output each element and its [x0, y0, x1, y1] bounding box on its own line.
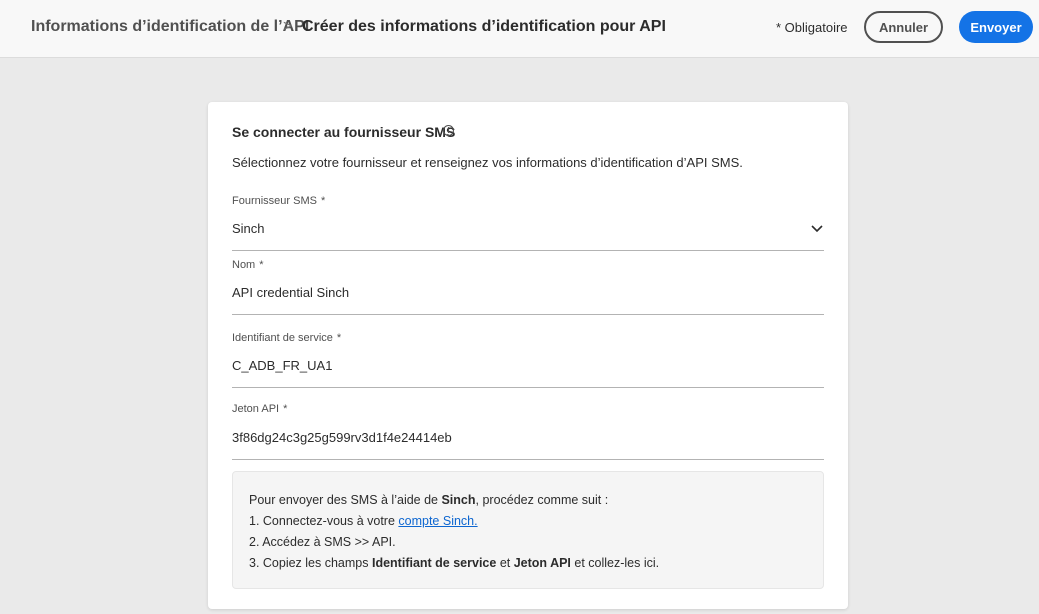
help-step-1: 1. Connectez-vous à votre compte Sinch.	[249, 511, 807, 532]
required-note: * Obligatoire	[776, 20, 848, 35]
card-description: Sélectionnez votre fournisseur et rensei…	[232, 155, 743, 170]
help-step-3-and: et	[496, 556, 514, 570]
help-step-3-field2: Jeton API	[513, 556, 571, 570]
help-step-2: 2. Accédez à SMS >> API.	[249, 535, 396, 549]
api-token-input[interactable]: 3f86dg24c3g25g599rv3d1f4e24414eb	[232, 430, 824, 460]
provider-selected-value: Sinch	[232, 221, 265, 236]
provider-label-text: Fournisseur SMS	[232, 195, 317, 207]
cancel-button[interactable]: Annuler	[864, 11, 943, 43]
top-bar: Informations d’identification de l’API >…	[0, 0, 1039, 58]
required-star: *	[283, 403, 288, 415]
api-token-label-text: Jeton API	[232, 403, 280, 415]
sms-provider-card: Se connecter au fournisseur SMS i Sélect…	[208, 102, 848, 609]
provider-select[interactable]: Sinch	[232, 221, 824, 251]
page-title: Créer des informations d’identification …	[302, 18, 666, 35]
provider-label: Fournisseur SMS *	[232, 195, 325, 207]
required-star: *	[259, 259, 264, 271]
info-icon[interactable]: i	[443, 125, 454, 136]
breadcrumb-separator: >	[283, 18, 293, 35]
submit-button[interactable]: Envoyer	[959, 11, 1033, 43]
required-star: *	[320, 195, 326, 207]
help-step-1-text: 1. Connectez-vous à votre	[249, 514, 399, 528]
name-label: Nom *	[232, 259, 264, 271]
help-intro-suffix: , procédez comme suit :	[475, 493, 609, 507]
help-step-3: 3. Copiez les champs Identifiant de serv…	[249, 553, 807, 574]
help-box: Pour envoyer des SMS à l’aide de Sinch, …	[232, 471, 824, 589]
sinch-account-link[interactable]: compte Sinch.	[398, 514, 477, 528]
required-star: *	[336, 332, 342, 344]
breadcrumb-parent-link[interactable]: Informations d’identification de l’API	[31, 18, 309, 36]
help-intro-provider: Sinch	[441, 493, 476, 507]
service-id-label: Identifiant de service *	[232, 332, 341, 344]
help-intro: Pour envoyer des SMS à l’aide de Sinch, …	[249, 490, 807, 511]
service-id-input[interactable]: C_ADB_FR_UA1	[232, 358, 824, 388]
help-step-3-field1: Identifiant de service	[371, 556, 497, 570]
name-input[interactable]: API credential Sinch	[232, 285, 824, 315]
name-label-text: Nom	[232, 259, 256, 271]
help-intro-prefix: Pour envoyer des SMS à l’aide de	[249, 493, 442, 507]
card-title: Se connecter au fournisseur SMS	[232, 124, 456, 140]
api-token-label: Jeton API *	[232, 403, 287, 415]
chevron-down-icon[interactable]	[810, 223, 824, 233]
help-step-3-suffix: et collez-les ici.	[570, 556, 660, 570]
service-id-label-text: Identifiant de service	[232, 332, 333, 344]
help-step-3-prefix: 3. Copiez les champs	[249, 556, 372, 570]
